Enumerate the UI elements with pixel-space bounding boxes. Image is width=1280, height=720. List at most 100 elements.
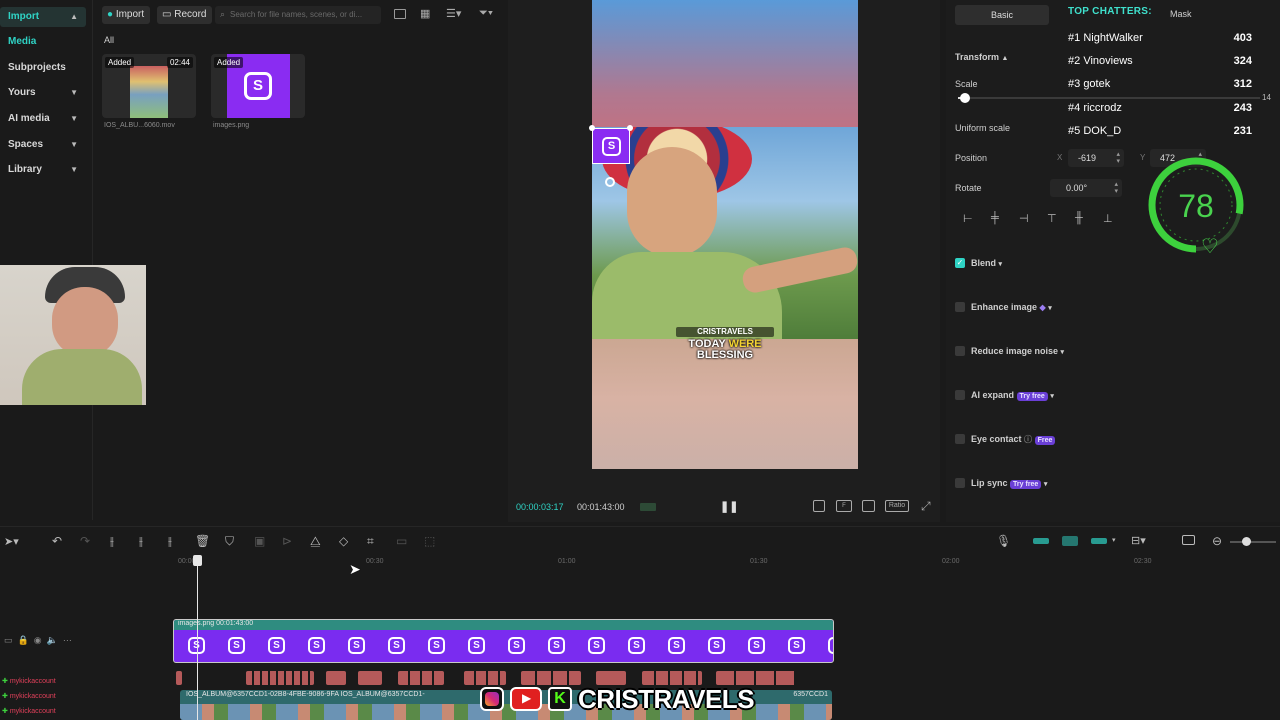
noise-checkbox[interactable] — [955, 346, 965, 356]
record-button[interactable]: ▭ Record — [157, 6, 213, 24]
lip-sync-label[interactable]: Lip sync Try free ▾ — [971, 478, 1047, 489]
mirror-icon[interactable]: ⧋ — [310, 534, 321, 549]
folder-icon[interactable] — [394, 9, 406, 19]
caption-clip[interactable] — [398, 671, 444, 685]
ratio-button[interactable]: Ratio — [885, 500, 909, 512]
caption-track[interactable] — [176, 671, 796, 685]
rotate-input[interactable]: 0.00° ▴ ▾ — [1050, 179, 1122, 197]
track-toggle-icon[interactable]: ▭ — [4, 635, 13, 645]
tab-mask[interactable]: Mask — [1170, 9, 1192, 19]
overlay-logo-selection[interactable]: S — [592, 128, 630, 164]
media-item-image[interactable]: S Added — [211, 54, 305, 118]
noise-label[interactable]: Reduce image noise ▾ — [971, 346, 1064, 356]
overlay-clip[interactable]: images.png 00:01:43:00 SSSSSSSSSSSSSSSSS — [173, 619, 834, 663]
snap-icon[interactable] — [1091, 538, 1107, 544]
crop-icon[interactable]: ⌗ — [367, 534, 374, 549]
fit-timeline-icon[interactable] — [1182, 535, 1195, 545]
lip-sync-checkbox[interactable] — [955, 478, 965, 488]
align-right-icon[interactable]: ⊣ — [1019, 212, 1029, 225]
full-icon[interactable]: F — [836, 500, 852, 512]
caption-clip[interactable] — [326, 671, 346, 685]
fullscreen-icon[interactable]: ⤢ — [921, 499, 931, 514]
scale-value[interactable]: 14 — [1262, 93, 1271, 102]
lock-icon[interactable]: 🔒 — [18, 635, 29, 645]
split-icon[interactable]: ⫲ — [110, 534, 114, 549]
resize-handle[interactable] — [589, 125, 595, 131]
preview-axis-icon[interactable]: ⊟▾ — [1131, 534, 1146, 547]
pause-icon[interactable]: ❚❚ — [720, 500, 738, 513]
caption-clip[interactable] — [246, 671, 314, 685]
playhead-handle[interactable] — [193, 555, 202, 566]
audio-icon[interactable]: 🔈 — [47, 635, 58, 645]
nav-item-import[interactable]: Import ▲ — [0, 7, 86, 27]
ai-expand-checkbox[interactable] — [955, 390, 965, 400]
rotate-icon[interactable]: ◇ — [339, 534, 348, 548]
caption-clip[interactable] — [358, 671, 382, 685]
transform-label[interactable]: Transform ▲ — [955, 52, 1008, 62]
position-x-input[interactable]: -619 ▴ ▾ — [1068, 149, 1124, 167]
align-left-icon[interactable]: ⊢ — [963, 212, 973, 225]
nav-item-yours[interactable]: Yours ▼ — [0, 83, 86, 103]
delete-icon[interactable]: 🗑 — [195, 534, 210, 548]
more-options-icon[interactable]: ⋯ — [63, 635, 72, 645]
resize-icon[interactable]: ▭ — [396, 534, 407, 548]
stepper-icon[interactable]: ▴ ▾ — [1116, 151, 1120, 165]
nav-item-spaces[interactable]: Spaces ▼ — [0, 135, 86, 155]
preview-canvas[interactable]: CRISTRAVELS TODAY WERE BLESSING S — [589, 0, 858, 469]
scale-slider-thumb[interactable] — [960, 93, 970, 103]
nav-item-media[interactable]: Media — [0, 32, 86, 52]
filter-icon[interactable]: ⏷▾ — [479, 7, 493, 20]
import-button[interactable]: ● Import — [102, 6, 151, 24]
ai-expand-label[interactable]: AI expand Try free ▾ — [971, 390, 1054, 401]
scale-slider[interactable] — [958, 93, 1260, 103]
nav-item-library[interactable]: Library ▼ — [0, 160, 86, 180]
chevron-down-icon[interactable]: ▾ — [1112, 536, 1116, 544]
caption-clip[interactable] — [596, 671, 626, 685]
link-clips-icon[interactable] — [1033, 538, 1049, 544]
blend-checkbox[interactable]: ✓ — [955, 258, 965, 268]
marker-icon[interactable]: ⛉ — [225, 534, 234, 549]
search-input[interactable]: ⌕ Search for file names, scenes, or di..… — [215, 6, 381, 24]
grid-view-icon[interactable]: ▦ — [420, 9, 430, 20]
stepper-icon[interactable]: ▴ ▾ — [1114, 181, 1118, 195]
freeze-icon[interactable]: ▣ — [254, 534, 265, 548]
blend-label[interactable]: Blend ▾ — [971, 258, 1002, 268]
media-item-video[interactable]: Added 02:44 — [102, 54, 196, 118]
filter-all-label[interactable]: All — [104, 35, 114, 45]
select-tool-icon[interactable]: ➤▾ — [4, 535, 19, 548]
tab-basic[interactable]: Basic — [955, 5, 1049, 25]
caption-clip[interactable] — [464, 671, 506, 685]
redo-icon[interactable]: ↷ — [80, 534, 90, 548]
align-center-icon[interactable]: ╪ — [991, 212, 999, 224]
rotate-handle[interactable] — [605, 177, 615, 187]
caption-clip[interactable] — [176, 671, 182, 685]
eye-contact-label[interactable]: Eye contact ⓘ Free — [971, 434, 1056, 445]
nav-item-subprojects[interactable]: Subprojects — [0, 58, 86, 78]
resize-handle[interactable] — [627, 125, 633, 131]
enhance-label[interactable]: Enhance image ◆ ▾ — [971, 302, 1052, 312]
split-right-icon[interactable]: ⫲ — [168, 534, 172, 549]
play-range-icon[interactable]: ⊳ — [282, 534, 292, 548]
sort-icon[interactable]: ☰▾ — [446, 7, 461, 20]
nav-item-ai-media[interactable]: AI media ▼ — [0, 109, 86, 129]
caption-clip[interactable] — [642, 671, 702, 685]
align-middle-icon[interactable]: ╫ — [1075, 212, 1083, 224]
magnet-icon[interactable] — [1062, 536, 1078, 546]
undo-icon[interactable]: ↶ — [52, 534, 62, 548]
enhance-checkbox[interactable] — [955, 302, 965, 312]
eye-contact-checkbox[interactable] — [955, 434, 965, 444]
more-icon[interactable]: ⬚ — [424, 534, 435, 548]
microphone-icon[interactable]: 🎙 — [996, 534, 1011, 548]
caption-clip[interactable] — [521, 671, 581, 685]
zoom-out-icon[interactable]: ⊖ — [1212, 534, 1222, 548]
split-left-icon[interactable]: ⫲ — [139, 534, 143, 549]
zoom-slider-thumb[interactable] — [1242, 537, 1251, 546]
align-bottom-icon[interactable]: ⊥ — [1103, 212, 1113, 225]
camera-icon[interactable] — [813, 500, 825, 512]
visibility-icon[interactable]: ◉ — [34, 635, 42, 645]
screenshot-icon[interactable] — [862, 500, 875, 512]
caption-clip[interactable] — [716, 671, 796, 685]
playhead[interactable] — [193, 555, 202, 720]
align-top-icon[interactable]: ⊤ — [1047, 212, 1057, 225]
zoom-slider[interactable] — [1230, 537, 1276, 546]
